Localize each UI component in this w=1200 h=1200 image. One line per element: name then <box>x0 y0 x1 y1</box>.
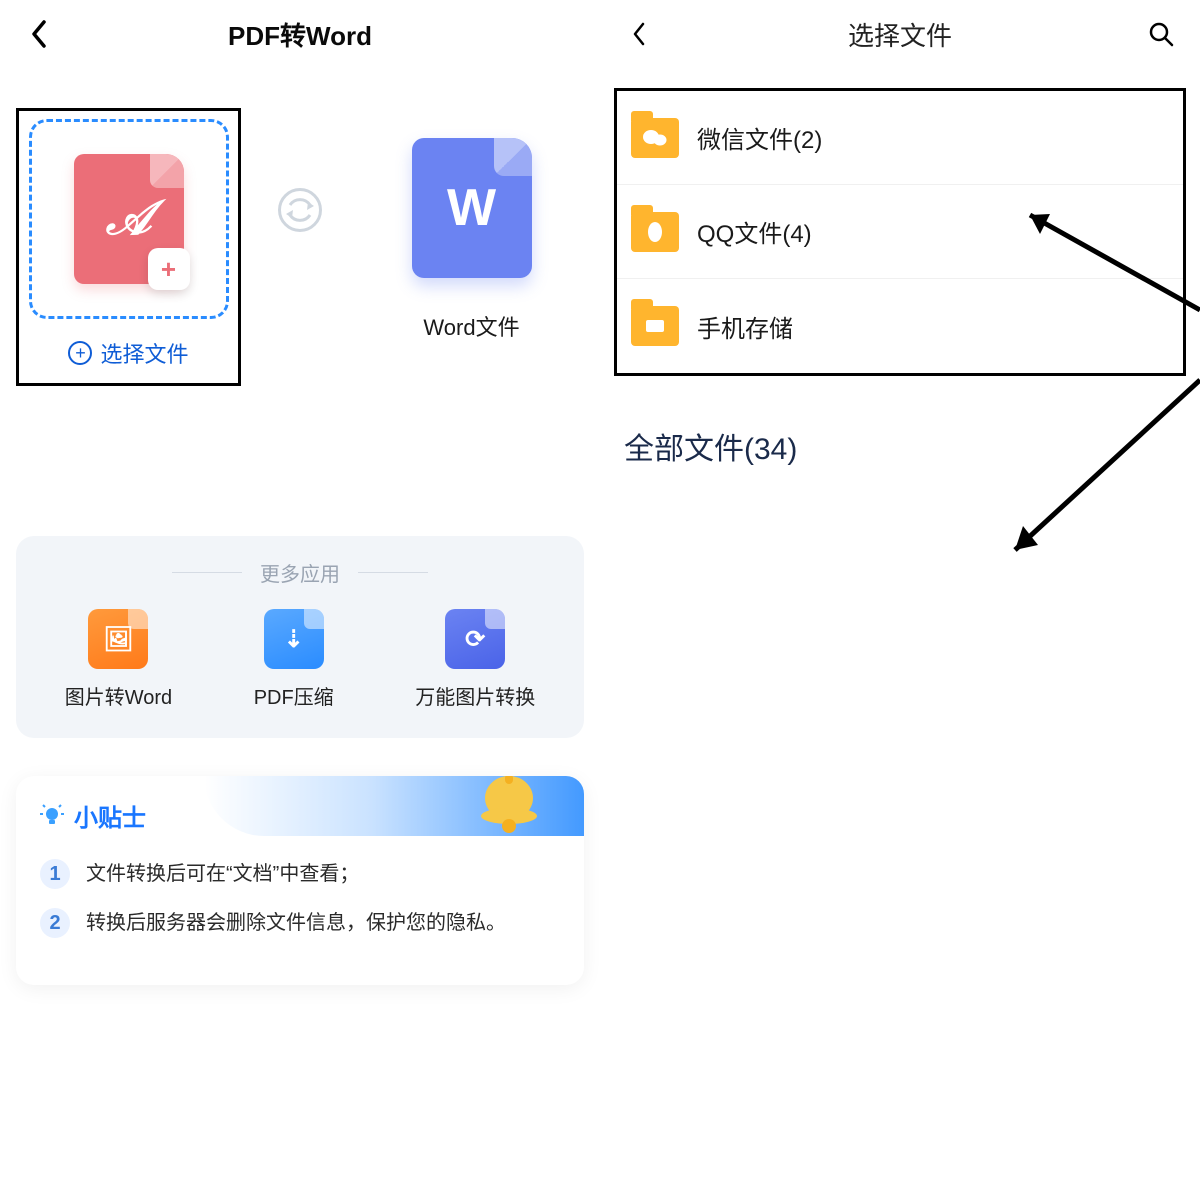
image-convert-icon: ⟳ <box>445 609 505 669</box>
folder-phone-storage[interactable]: 手机存储 <box>617 279 1183 373</box>
page-fold-icon <box>494 138 532 176</box>
screen-file-picker: 选择文件 微信文件(2) QQ文件(4) 手机存储 全部 <box>600 0 1200 1200</box>
word-file-label: Word文件 <box>423 310 519 342</box>
search-icon <box>1148 21 1174 47</box>
folder-label: 微信文件(2) <box>697 120 822 155</box>
page-title: PDF转Word <box>228 16 372 53</box>
select-file-label: 选择文件 <box>100 337 188 369</box>
word-glyph-icon: W <box>447 178 496 238</box>
select-file-link[interactable]: + 选择文件 <box>68 337 188 369</box>
folder-qq-icon <box>631 212 679 252</box>
add-file-badge-icon: + <box>148 248 190 290</box>
app-label: 万能图片转换 <box>415 681 535 710</box>
tips-title: 小贴士 <box>74 798 146 833</box>
screen-pdf-to-word: PDF转Word 𝒜 + + 选择文件 <box>0 0 600 1200</box>
folder-source-list: 微信文件(2) QQ文件(4) 手机存储 <box>614 88 1186 376</box>
pdf-icon: 𝒜 + <box>74 154 184 284</box>
app-row: 🖼 图片转Word ⇣ PDF压缩 ⟳ 万能图片转换 <box>24 609 576 710</box>
chevron-left-icon <box>631 22 647 46</box>
word-icon: W <box>412 138 532 278</box>
target-file-card: W Word文件 <box>359 108 584 342</box>
tips-header: 小贴士 <box>40 798 560 833</box>
folder-qq[interactable]: QQ文件(4) <box>617 185 1183 279</box>
more-apps-title: 更多应用 <box>24 558 576 587</box>
page-title: 选择文件 <box>848 16 952 53</box>
tips-card: 小贴士 1 文件转换后可在“文档”中查看； 2 转换后服务器会删除文件信息，保护… <box>16 776 584 985</box>
tip-number-badge: 2 <box>40 908 70 938</box>
back-button[interactable] <box>624 19 654 49</box>
more-apps-section: 更多应用 🖼 图片转Word ⇣ PDF压缩 ⟳ 万能图片转换 <box>16 536 584 738</box>
chevron-left-icon <box>30 20 48 48</box>
plus-circle-icon: + <box>68 341 92 365</box>
back-button[interactable] <box>24 19 54 49</box>
app-label: 图片转Word <box>65 681 172 710</box>
pdf-compress-icon: ⇣ <box>264 609 324 669</box>
conversion-row: 𝒜 + + 选择文件 W <box>0 108 600 386</box>
header-right: 选择文件 <box>600 0 1200 68</box>
page-fold-icon <box>150 154 184 188</box>
tip-text: 文件转换后可在“文档”中查看； <box>86 859 359 890</box>
app-image-convert[interactable]: ⟳ 万能图片转换 <box>415 609 535 710</box>
folder-label: QQ文件(4) <box>697 214 812 249</box>
folder-wechat[interactable]: 微信文件(2) <box>617 91 1183 185</box>
header-left: PDF转Word <box>0 0 600 68</box>
tip-item: 1 文件转换后可在“文档”中查看； <box>40 859 560 890</box>
all-files-heading: 全部文件(34) <box>624 424 1200 468</box>
app-label: PDF压缩 <box>254 681 334 710</box>
folder-label: 手机存储 <box>697 309 793 344</box>
pdf-glyph-icon: 𝒜 <box>106 191 151 247</box>
app-image-to-word[interactable]: 🖼 图片转Word <box>65 609 172 710</box>
upload-dropzone[interactable]: 𝒜 + <box>29 119 229 319</box>
lightbulb-icon <box>40 804 64 828</box>
swap-icon <box>265 188 335 232</box>
folder-wechat-icon <box>631 118 679 158</box>
folder-storage-icon <box>631 306 679 346</box>
tip-text: 转换后服务器会删除文件信息，保护您的隐私。 <box>86 908 506 939</box>
source-file-card[interactable]: 𝒜 + + 选择文件 <box>16 108 241 386</box>
image-to-word-icon: 🖼 <box>88 609 148 669</box>
search-button[interactable] <box>1146 19 1176 49</box>
tip-number-badge: 1 <box>40 859 70 889</box>
annotation-arrow-icon <box>990 370 1200 570</box>
tip-item: 2 转换后服务器会删除文件信息，保护您的隐私。 <box>40 908 560 939</box>
app-pdf-compress[interactable]: ⇣ PDF压缩 <box>254 609 334 710</box>
